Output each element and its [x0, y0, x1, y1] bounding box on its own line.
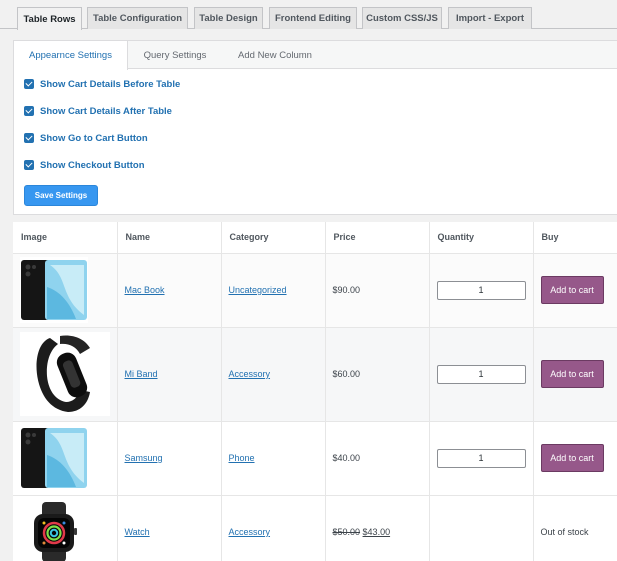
top-tab-bar: Table Rows Table Configuration Table Des…	[0, 0, 617, 30]
out-of-stock-label: Out of stock	[540, 527, 589, 537]
product-name-link[interactable]: Mac Book	[125, 285, 165, 295]
table-row: Mac Book Uncategorized $90.00 Add to car…	[13, 253, 617, 328]
quantity-cell	[429, 495, 534, 561]
setting-label: Show Cart Details Before Table	[40, 78, 181, 90]
tab-label: Table Rows	[23, 13, 76, 25]
image-cell	[13, 421, 118, 496]
settings-panel: Appearnce Settings Query Settings Add Ne…	[13, 40, 617, 215]
product-table: Image Name Category Price Quantity Buy M…	[13, 222, 617, 561]
quantity-input[interactable]	[436, 280, 526, 300]
checkbox-checked-icon[interactable]	[24, 79, 34, 89]
setting-cart-details-after[interactable]: Show Cart Details After Table	[24, 105, 172, 117]
checkbox-checked-icon[interactable]	[24, 106, 34, 116]
price-cell: $60.00	[325, 327, 430, 422]
tab-label: Add New Column	[238, 49, 312, 61]
tab-label: Table Design	[199, 13, 258, 24]
tab-label: Appearnce Settings	[29, 50, 112, 61]
tab-table-configuration[interactable]: Table Configuration	[87, 7, 188, 29]
image-cell	[13, 327, 118, 422]
product-name-link[interactable]: Mi Band	[125, 369, 158, 379]
quantity-cell	[429, 421, 534, 496]
table-header-row: Image Name Category Price Quantity Buy	[13, 222, 617, 254]
old-price: $50.00	[332, 527, 361, 537]
category-link[interactable]: Uncategorized	[229, 285, 287, 295]
image-cell	[13, 495, 118, 561]
save-settings-button[interactable]: Save Settings	[24, 185, 98, 206]
name-cell: Mac Book	[117, 253, 222, 328]
quantity-input[interactable]	[436, 448, 526, 468]
watch-image[interactable]	[20, 502, 90, 561]
checkbox-checked-icon[interactable]	[24, 160, 34, 170]
tab-table-rows[interactable]: Table Rows	[17, 7, 82, 30]
tab-custom-css-js[interactable]: Custom CSS/JS	[362, 7, 442, 29]
checkbox-checked-icon[interactable]	[24, 133, 34, 143]
column-header-price: Price	[325, 222, 430, 254]
setting-label: Show Checkout Button	[40, 159, 145, 171]
column-header-buy: Buy	[533, 222, 617, 254]
add-to-cart-button[interactable]: Add to cart	[540, 276, 604, 304]
category-link[interactable]: Accessory	[229, 369, 271, 379]
sub-tab-bar: Appearnce Settings Query Settings Add Ne…	[14, 41, 617, 70]
setting-checkout-button[interactable]: Show Checkout Button	[24, 159, 145, 171]
table-row: Watch Accessory $50.00 $43.00 Out of sto…	[13, 495, 617, 561]
phone-image[interactable]	[20, 425, 88, 491]
phone-image[interactable]	[20, 257, 88, 323]
price-cell: $90.00	[325, 253, 430, 328]
sale-price: $43.00	[362, 527, 391, 537]
tab-table-design[interactable]: Table Design	[194, 7, 263, 29]
name-cell: Samsung	[117, 421, 222, 496]
quantity-cell	[429, 327, 534, 422]
category-cell: Uncategorized	[221, 253, 326, 328]
setting-label: Show Cart Details After Table	[40, 105, 172, 117]
name-cell: Watch	[117, 495, 222, 561]
price-cell: $40.00	[325, 421, 430, 496]
buy-cell: Out of stock	[533, 495, 617, 561]
setting-cart-details-before[interactable]: Show Cart Details Before Table	[24, 78, 180, 90]
price-cell: $50.00 $43.00	[325, 495, 430, 561]
column-header-image: Image	[13, 222, 118, 254]
category-cell: Accessory	[221, 495, 326, 561]
category-link[interactable]: Accessory	[229, 527, 271, 537]
column-header-category: Category	[221, 222, 326, 254]
buy-cell: Add to cart	[533, 253, 617, 328]
setting-go-to-cart-button[interactable]: Show Go to Cart Button	[24, 132, 148, 144]
buy-cell: Add to cart	[533, 421, 617, 496]
tab-label: Import - Export	[455, 13, 525, 24]
tab-import-export[interactable]: Import - Export	[448, 7, 532, 29]
add-to-cart-button[interactable]: Add to cart	[540, 444, 604, 472]
tab-label: Frontend Editing	[275, 13, 351, 24]
tab-label: Query Settings	[143, 49, 207, 61]
category-cell: Phone	[221, 421, 326, 496]
buy-cell: Add to cart	[533, 327, 617, 422]
quantity-cell	[429, 253, 534, 328]
table-row: Mi Band Accessory $60.00 Add to cart	[13, 327, 617, 422]
product-name-link[interactable]: Samsung	[125, 453, 163, 463]
category-link[interactable]: Phone	[229, 453, 255, 463]
name-cell: Mi Band	[117, 327, 222, 422]
column-header-quantity: Quantity	[429, 222, 534, 254]
quantity-input[interactable]	[436, 364, 526, 384]
product-name-link[interactable]: Watch	[125, 527, 150, 537]
add-to-cart-button[interactable]: Add to cart	[540, 360, 604, 388]
band-image[interactable]	[20, 332, 110, 416]
image-cell	[13, 253, 118, 328]
tab-label: Custom CSS/JS	[366, 13, 438, 24]
setting-label: Show Go to Cart Button	[40, 132, 148, 144]
category-cell: Accessory	[221, 327, 326, 422]
tab-add-new-column[interactable]: Add New Column	[228, 41, 322, 69]
table-row: Samsung Phone $40.00 Add to cart	[13, 421, 617, 496]
tab-frontend-editing[interactable]: Frontend Editing	[269, 7, 357, 29]
tab-label: Table Configuration	[92, 13, 182, 24]
tab-appearance-settings[interactable]: Appearnce Settings	[14, 41, 128, 70]
tab-query-settings[interactable]: Query Settings	[134, 41, 216, 69]
column-header-name: Name	[117, 222, 222, 254]
